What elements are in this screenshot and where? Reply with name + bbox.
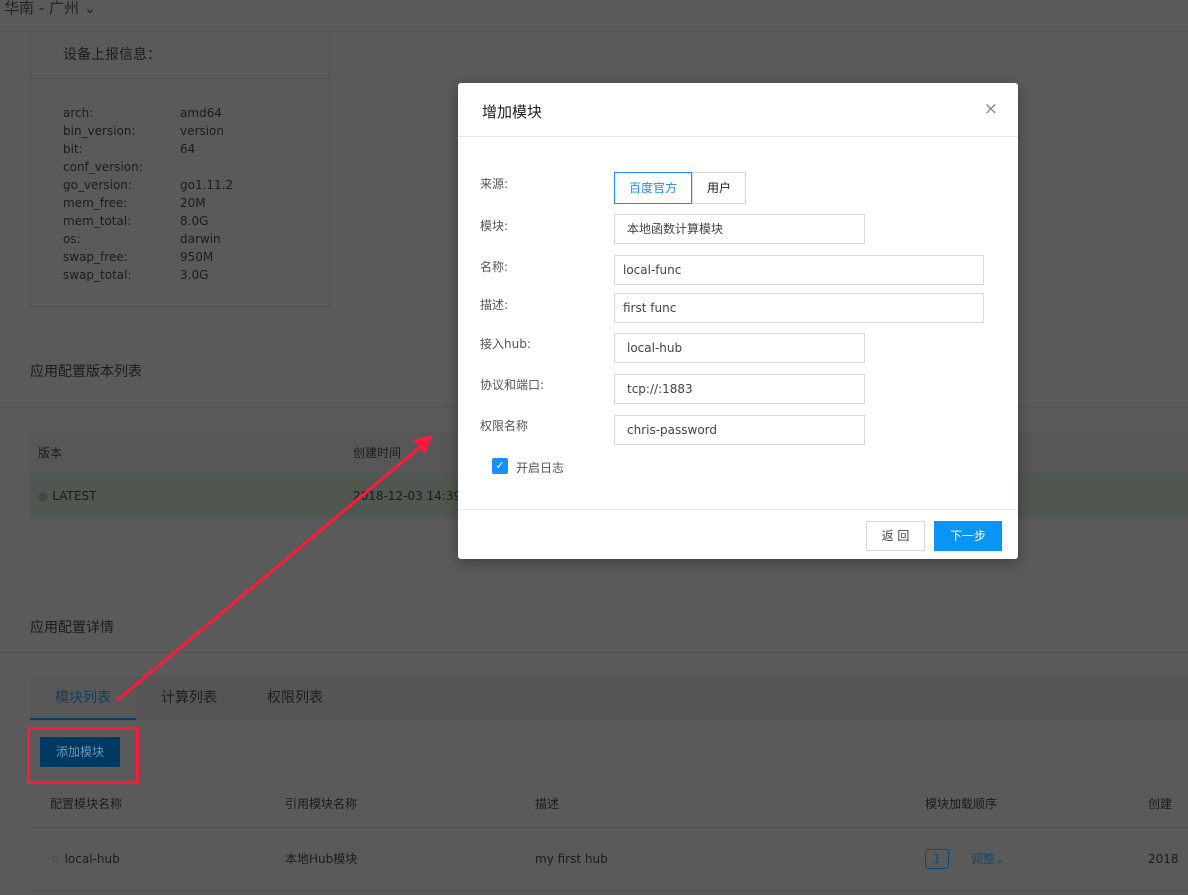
info-key: swap_total: [63, 266, 180, 284]
next-button[interactable]: 下一步 [934, 521, 1002, 551]
module-select[interactable]: 本地函数计算模块 [614, 214, 865, 244]
info-value: 8.0G [180, 212, 208, 230]
name-label: 名称: [480, 258, 508, 275]
tab-compute[interactable]: 计算列表 [136, 676, 242, 720]
highlight-box-right [136, 727, 139, 784]
info-key: mem_free: [63, 194, 180, 212]
column-header: 引用模块名称 [265, 795, 515, 812]
column-header: 创建时间 [353, 444, 401, 461]
device-info-card: 设备上报信息： arch:amd64bin_version:versionbit… [30, 32, 330, 307]
info-key: bin_version: [63, 122, 180, 140]
info-value: amd64 [180, 104, 222, 122]
column-header: 配置模块名称 [30, 795, 265, 812]
permission-select[interactable]: chris-password [614, 415, 865, 445]
log-checkbox[interactable]: ✓ [492, 458, 508, 474]
source-option-user[interactable]: 用户 [692, 172, 746, 204]
source-option-baidu[interactable]: 百度官方 [614, 172, 692, 204]
info-value: 20M [180, 194, 206, 212]
close-icon[interactable]: × [984, 99, 998, 119]
desc-input[interactable]: first func [614, 293, 984, 323]
info-row: mem_total:8.0G [63, 212, 297, 230]
chevron-down-icon: ⌄ [84, 0, 97, 17]
info-value: darwin [180, 230, 221, 248]
created-cell: 2018 [1140, 852, 1179, 866]
column-header: 创建 [1140, 795, 1172, 812]
dialog-title: 增加模块 [482, 103, 542, 121]
info-row: conf_version: [63, 158, 297, 176]
info-row: swap_free:950M [63, 248, 297, 266]
status-dot-icon: ● [38, 489, 48, 503]
modules-table: 配置模块名称 引用模块名称 描述 模块加载顺序 创建 ☆ local-hub 本… [30, 780, 1188, 890]
info-row: mem_free:20M [63, 194, 297, 212]
created-cell: 2018-12-03 14:39 [353, 489, 461, 503]
star-icon[interactable]: ☆ [50, 852, 61, 866]
module-name: local-hub [65, 852, 120, 866]
module-label: 模块: [480, 217, 508, 234]
info-key: bit: [63, 140, 180, 158]
protocol-label: 协议和端口: [480, 376, 544, 393]
tab-permissions[interactable]: 权限列表 [242, 676, 348, 720]
device-info-title: 设备上报信息： [31, 32, 329, 79]
log-label: 开启日志 [516, 459, 564, 476]
info-key: os: [63, 230, 180, 248]
version-cell: LATEST [52, 489, 96, 503]
hub-select[interactable]: local-hub [614, 333, 865, 363]
table-row: ☆ local-hub 本地Hub模块 my first hub 1 调整⌄ 20… [30, 828, 1188, 890]
module-desc: my first hub [515, 852, 915, 866]
tabs: 模块列表 计算列表 权限列表 [30, 676, 1188, 720]
info-key: conf_version: [63, 158, 180, 176]
info-row: swap_total:3.0G [63, 266, 297, 284]
module-ref: 本地Hub模块 [265, 850, 515, 867]
source-selector: 百度官方 用户 [614, 172, 746, 204]
region-selector[interactable]: 华南 - 广州 ⌄ [0, 0, 1188, 32]
desc-label: 描述: [480, 296, 508, 313]
info-value: 3.0G [180, 266, 208, 284]
info-value: go1.11.2 [180, 176, 233, 194]
tab-modules[interactable]: 模块列表 [30, 676, 136, 720]
info-key: arch: [63, 104, 180, 122]
add-module-button[interactable]: 添加模块 [40, 737, 120, 767]
info-row: go_version:go1.11.2 [63, 176, 297, 194]
region-label: 华南 - 广州 [4, 0, 79, 17]
permission-label: 权限名称 [480, 417, 528, 434]
info-row: bin_version:version [63, 122, 297, 140]
column-header: 模块加载顺序 [915, 795, 1140, 812]
adjust-link[interactable]: 调整⌄ [971, 852, 1005, 866]
divider [0, 652, 1188, 653]
info-value: version [180, 122, 224, 140]
info-key: swap_free: [63, 248, 180, 266]
details-title: 应用配置详情 [30, 617, 114, 637]
highlight-box-top [27, 727, 139, 730]
column-header: 版本 [30, 444, 353, 461]
protocol-select[interactable]: tcp://:1883 [614, 374, 865, 404]
info-key: mem_total: [63, 212, 180, 230]
highlight-box-left [27, 727, 30, 784]
info-value: 64 [180, 140, 195, 158]
source-label: 来源: [480, 175, 508, 192]
hub-label: 接入hub: [480, 335, 531, 352]
add-module-dialog: 增加模块 × 来源: 百度官方 用户 模块: 本地函数计算模块 名称: local… [458, 83, 1018, 559]
info-value: 950M [180, 248, 213, 266]
column-header: 描述 [515, 795, 915, 812]
info-key: go_version: [63, 176, 180, 194]
info-row: os:darwin [63, 230, 297, 248]
info-row: arch:amd64 [63, 104, 297, 122]
back-button[interactable]: 返 回 [866, 521, 925, 551]
versions-title: 应用配置版本列表 [30, 361, 142, 381]
order-badge: 1 [925, 849, 949, 869]
name-input[interactable]: local-func [614, 255, 984, 285]
info-row: bit:64 [63, 140, 297, 158]
